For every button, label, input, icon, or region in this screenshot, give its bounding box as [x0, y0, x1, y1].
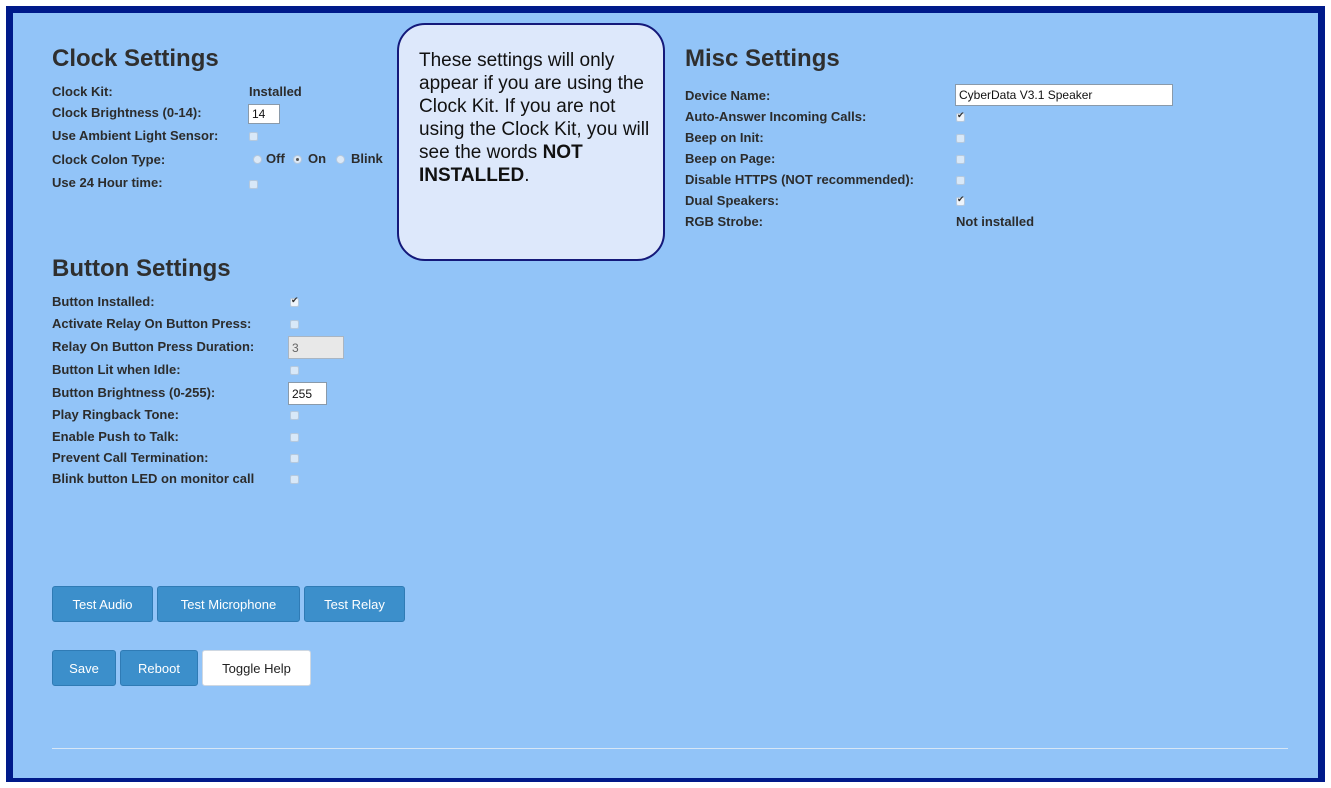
button-installed-checkbox[interactable]	[290, 295, 299, 307]
clock-kit-help-callout: These settings will only appear if you a…	[397, 23, 665, 261]
clock-kit-label: Clock Kit:	[52, 84, 113, 99]
button-brightness-label: Button Brightness (0-255):	[52, 385, 216, 400]
hour24-label: Use 24 Hour time:	[52, 175, 163, 190]
colon-blink-radio[interactable]	[336, 155, 345, 164]
rgb-strobe-value: Not installed	[956, 214, 1035, 229]
test-relay-button[interactable]: Test Relay	[304, 586, 405, 622]
reboot-button[interactable]: Reboot	[120, 650, 198, 686]
device-name-input[interactable]	[955, 84, 1173, 106]
ambient-light-label: Use Ambient Light Sensor:	[52, 128, 219, 143]
blink-led-checkbox[interactable]	[290, 475, 299, 484]
button-settings-title: Button Settings	[52, 255, 231, 282]
callout-text: These settings will only appear if you a…	[419, 50, 650, 163]
device-name-label: Device Name:	[685, 88, 771, 103]
test-audio-button[interactable]: Test Audio	[52, 586, 153, 622]
colon-off-label: Off	[266, 151, 285, 166]
auto-answer-checkbox[interactable]	[956, 110, 965, 122]
prevent-termination-label: Prevent Call Termination:	[52, 450, 209, 465]
relay-on-press-checkbox[interactable]	[290, 320, 299, 329]
auto-answer-label: Auto-Answer Incoming Calls:	[685, 109, 867, 124]
save-button[interactable]: Save	[52, 650, 116, 686]
button-brightness-input[interactable]	[288, 382, 327, 405]
beep-page-checkbox[interactable]	[956, 155, 965, 164]
colon-off-radio[interactable]	[253, 155, 262, 164]
footer-divider	[52, 748, 1288, 749]
clock-settings-title: Clock Settings	[52, 45, 219, 72]
blink-led-label: Blink button LED on monitor call	[52, 471, 255, 486]
dual-speakers-label: Dual Speakers:	[685, 193, 779, 208]
clock-kit-value: Installed	[249, 84, 302, 99]
beep-init-checkbox[interactable]	[956, 134, 965, 143]
beep-page-label: Beep on Page:	[685, 151, 776, 166]
button-installed-label: Button Installed:	[52, 294, 155, 309]
ambient-light-checkbox[interactable]	[249, 132, 258, 141]
test-microphone-button[interactable]: Test Microphone	[157, 586, 300, 622]
colon-blink-label: Blink	[351, 151, 383, 166]
ringback-checkbox[interactable]	[290, 411, 299, 420]
hour24-checkbox[interactable]	[249, 180, 258, 189]
rgb-strobe-label: RGB Strobe:	[685, 214, 763, 229]
colon-on-label: On	[308, 151, 327, 166]
prevent-termination-checkbox[interactable]	[290, 454, 299, 463]
disable-https-checkbox[interactable]	[956, 176, 965, 185]
ringback-label: Play Ringback Tone:	[52, 407, 179, 422]
dual-speakers-checkbox[interactable]	[956, 194, 965, 206]
beep-init-label: Beep on Init:	[685, 130, 764, 145]
relay-duration-label: Relay On Button Press Duration:	[52, 339, 255, 354]
lit-idle-label: Button Lit when Idle:	[52, 362, 181, 377]
disable-https-label: Disable HTTPS (NOT recommended):	[685, 172, 914, 187]
colon-on-radio[interactable]	[293, 155, 302, 164]
relay-duration-input[interactable]	[288, 336, 344, 359]
toggle-help-button[interactable]: Toggle Help	[202, 650, 311, 686]
misc-settings-title: Misc Settings	[685, 45, 840, 72]
lit-idle-checkbox[interactable]	[290, 366, 299, 375]
callout-end: .	[524, 165, 530, 186]
clock-colon-label: Clock Colon Type:	[52, 152, 166, 167]
clock-brightness-input[interactable]	[248, 104, 280, 124]
push-to-talk-checkbox[interactable]	[290, 433, 299, 442]
push-to-talk-label: Enable Push to Talk:	[52, 429, 179, 444]
relay-on-press-label: Activate Relay On Button Press:	[52, 316, 252, 331]
clock-brightness-label: Clock Brightness (0-14):	[52, 105, 202, 120]
